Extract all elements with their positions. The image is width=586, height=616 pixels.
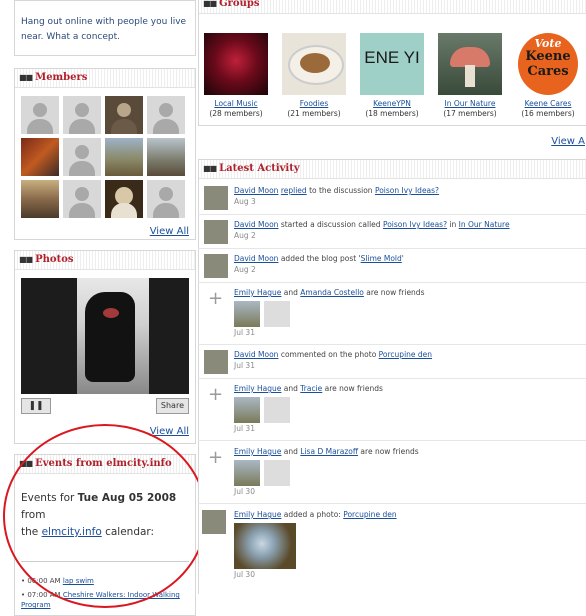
members-view-all[interactable]: View All (15, 222, 195, 243)
group-card[interactable]: Vote Keene Cares Keene Cares (16 members… (513, 33, 583, 119)
group-thumb[interactable] (282, 33, 346, 95)
friend-avatar[interactable] (264, 397, 290, 423)
user-avatar[interactable] (204, 350, 228, 374)
intro-box: Hang out online with people you live nea… (14, 0, 196, 56)
activity-item: + Emily Hague and Lisa D Marazoff are no… (198, 441, 586, 504)
events-date: Tue Aug 05 2008 (77, 492, 177, 504)
group-card[interactable]: In Our Nature (17 members) (435, 33, 505, 119)
events-intro: Events for Tue Aug 05 2008 from the elmc… (21, 492, 177, 538)
user-avatar[interactable] (204, 186, 228, 210)
dog-photo (77, 278, 149, 394)
activity-item: David Moon commented on the photo Porcup… (198, 344, 586, 379)
share-button[interactable]: Share (155, 398, 189, 414)
members-grid (15, 88, 195, 222)
member-avatar[interactable] (147, 180, 185, 218)
member-avatar[interactable] (21, 96, 59, 134)
groups-box: ■■ Groups Local Music (28 members) Foodie… (198, 0, 586, 147)
photos-header: ■■ Photos (15, 251, 195, 270)
activity-item: Emily Hague added a photo: Porcupine den… (198, 504, 586, 593)
member-avatar[interactable] (147, 96, 185, 134)
activity-item: + Emily Hague and Amanda Costello are no… (198, 282, 586, 345)
member-avatar[interactable] (63, 180, 101, 218)
members-header: ■■ Members (15, 69, 195, 88)
plus-icon: + (208, 288, 224, 309)
activity-item: + Emily Hague and Tracie are now friends… (198, 378, 586, 441)
elmcity-link[interactable]: elmcity.info (42, 526, 102, 538)
friend-avatar[interactable] (264, 460, 290, 486)
event-item: • 07:00 AM Cheshire Walkers: Indoor Walk… (21, 591, 180, 609)
group-card[interactable]: Local Music (28 members) (201, 33, 271, 119)
events-box: ■■ Events from elmcity.info Events for Tu… (14, 454, 196, 616)
member-avatar[interactable] (63, 138, 101, 176)
group-thumb[interactable] (438, 33, 502, 95)
group-card[interactable]: Foodies (21 members) (279, 33, 349, 119)
user-avatar[interactable] (204, 220, 228, 244)
group-thumb[interactable] (204, 33, 268, 95)
friend-avatar[interactable] (234, 397, 260, 423)
friend-avatar[interactable] (264, 301, 290, 327)
member-avatar[interactable] (63, 96, 101, 134)
intro-text: Hang out online with people you live nea… (21, 17, 187, 42)
activity-item: David Moon started a discussion called P… (198, 214, 586, 249)
left-column: Hang out online with people you live nea… (14, 0, 196, 616)
friend-avatar[interactable] (234, 460, 260, 486)
members-box: ■■ Members View All (14, 68, 196, 240)
activity-item: David Moon added the blog post 'Slime Mo… (198, 248, 586, 283)
pause-button[interactable]: ❚❚ (21, 398, 51, 414)
event-item: • 06:00 AM lap swim (21, 577, 94, 585)
friend-avatar[interactable] (234, 301, 260, 327)
plus-icon: + (208, 447, 224, 468)
bullet-icon: ■■ (203, 164, 217, 173)
photos-box: ■■ Photos ❚❚ Share View All (14, 250, 196, 444)
activity-header: ■■ Latest Activity (199, 160, 586, 179)
member-avatar[interactable] (147, 138, 185, 176)
photo-slideshow[interactable] (21, 278, 189, 394)
events-header: ■■ Events from elmcity.info (15, 455, 195, 474)
bullet-icon: ■■ (203, 0, 217, 8)
member-avatar[interactable] (105, 96, 143, 134)
member-avatar[interactable] (105, 180, 143, 218)
plus-icon: + (208, 384, 224, 405)
bullet-icon: ■■ (19, 73, 33, 82)
group-card[interactable]: ENE YI KeeneYPN (18 members) (357, 33, 427, 119)
bullet-icon: ■■ (19, 255, 33, 264)
group-thumb[interactable]: Vote Keene Cares (516, 33, 580, 95)
member-avatar[interactable] (21, 138, 59, 176)
member-avatar[interactable] (105, 138, 143, 176)
user-avatar[interactable] (202, 510, 226, 534)
groups-view-all[interactable]: View A (551, 136, 585, 147)
activity-item: David Moon replied to the discussion Poi… (198, 180, 586, 215)
member-avatar[interactable] (21, 180, 59, 218)
slideshow-controls: ❚❚ Share (21, 398, 189, 414)
porcupine-photo[interactable] (234, 523, 296, 569)
groups-header: ■■ Groups (199, 0, 586, 14)
photos-view-all[interactable]: View All (15, 412, 195, 443)
user-avatar[interactable] (204, 254, 228, 278)
bullet-icon: ■■ (19, 459, 33, 468)
events-list: • 06:00 AM lap swim • 07:00 AM Cheshire … (15, 562, 195, 610)
group-thumb[interactable]: ENE YI (360, 33, 424, 95)
